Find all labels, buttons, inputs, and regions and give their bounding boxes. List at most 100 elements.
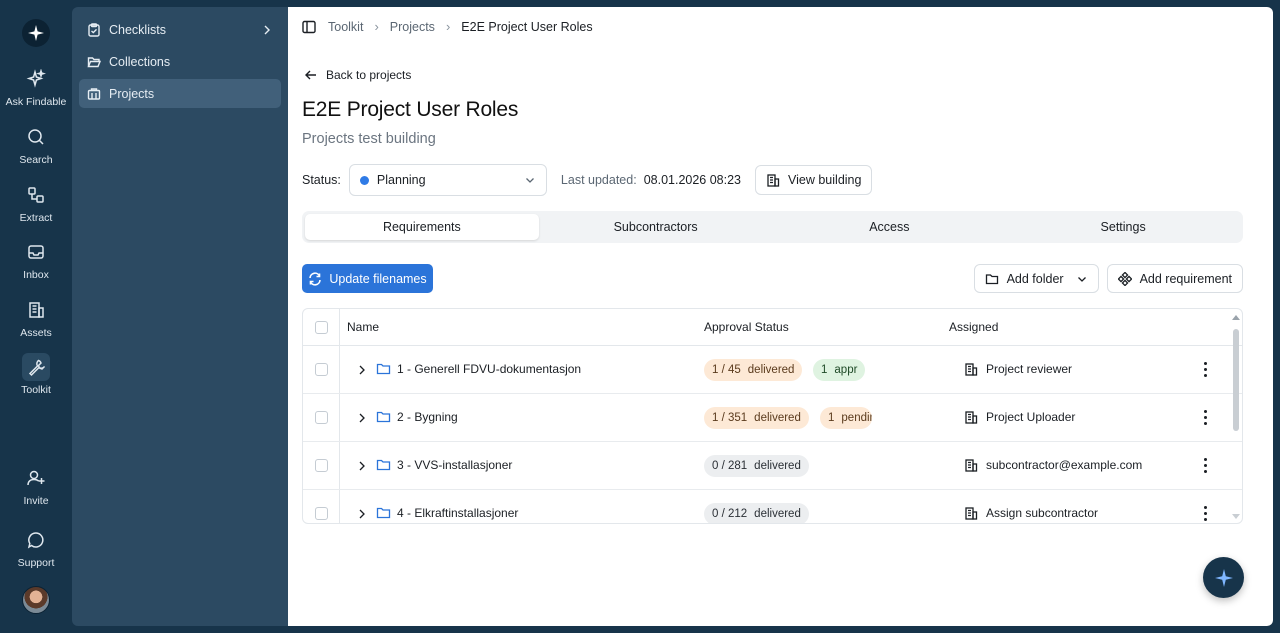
sidebar-item-label: Projects [109,86,155,101]
scrollbar-thumb[interactable] [1233,329,1239,431]
delivered-text: delivered [754,508,801,520]
delivered-status-badge: 1 / 351 delivered [704,407,809,429]
rail-item-support[interactable]: Support [0,526,72,569]
inbox-icon [22,238,50,266]
breadcrumb-projects[interactable]: Projects [390,20,435,34]
folder-icon [376,507,391,519]
approved-status-badge: 1 appr [813,359,865,381]
chevron-down-icon [1077,276,1086,282]
assigned-cell[interactable]: Assign subcontractor [964,506,1098,520]
add-folder-button[interactable]: Add folder [973,264,1099,293]
search-icon [22,123,50,151]
rail-item-ask-findable[interactable]: Ask Findable [0,65,72,108]
approved-count: 1 [821,364,828,376]
row-select-cell [303,490,340,523]
page-title: E2E Project User Roles [302,98,519,121]
sidebar-item-label: Collections [109,54,171,69]
delivered-text: delivered [754,412,801,424]
assigned-cell[interactable]: Project Uploader [964,410,1075,424]
sparkle-icon [1214,568,1233,587]
folder-icon [376,363,391,375]
assigned-label: Project reviewer [986,362,1073,376]
rail-item-inbox[interactable]: Inbox [0,238,72,281]
chevron-right-icon [264,25,270,34]
scroll-up-icon[interactable] [1232,315,1240,320]
row-menu-icon[interactable] [1199,408,1211,426]
folder-icon [376,459,391,471]
row-select-cell [303,442,340,489]
assigned-cell[interactable]: subcontractor@example.com [964,458,1142,472]
ask-assistant-button[interactable] [1203,557,1244,598]
last-updated-label: Last updated: [560,173,637,187]
extract-icon [22,181,50,209]
back-to-projects-link[interactable]: Back to projects [304,68,411,82]
row-name: 4 - Elkraftinstallasjoner [397,506,519,520]
rail-item-label: Inbox [23,269,49,281]
tab-settings[interactable]: Settings [1006,214,1240,240]
clipboard-icon [88,22,100,37]
chevron-right-icon[interactable] [356,411,368,425]
sidebar-item-label: Checklists [109,22,166,37]
view-building-button[interactable]: View building [755,165,873,195]
table-row[interactable]: 1 - Generell FDVU-dokumentasjon 1 / 45 de… [303,346,1242,394]
sidebar-item-checklists[interactable]: Checklists [79,15,281,44]
building-icon [965,363,978,376]
row-checkbox[interactable] [314,459,328,472]
rail-item-label: Search [19,154,53,166]
rail-item-toolkit[interactable]: Toolkit [0,353,72,396]
requirements-table: Name Approval Status Assigned 1 - Genere… [302,308,1243,524]
status-dot [359,175,369,185]
select-all-checkbox[interactable] [314,320,328,334]
update-filenames-button[interactable]: Update filenames [302,264,433,293]
sidebar-item-projects[interactable]: Projects [79,79,281,108]
assigned-cell[interactable]: Project reviewer [964,362,1072,376]
tab-requirements[interactable]: Requirements [305,214,539,240]
chevron-right-icon[interactable] [356,507,368,521]
scroll-down-icon[interactable] [1232,514,1240,519]
pending-status-badge: 1 pending [820,407,872,429]
table-scrollbar[interactable] [1232,313,1240,521]
table-header: Name Approval Status Assigned [303,309,1242,346]
row-checkbox[interactable] [314,363,328,376]
table-actions: Add folder Add requirement [966,264,1243,293]
avatar[interactable] [22,586,50,614]
approved-text: appr [834,364,858,376]
row-select-cell [303,394,340,441]
tab-subcontractors[interactable]: Subcontractors [539,214,773,240]
app-rail: Ask Findable Search Extract Inbox Assets… [0,0,72,633]
add-requirement-button[interactable]: Add requirement [1106,264,1243,293]
table-row[interactable]: 3 - VVS-installasjoner 0 / 281 delivered … [303,442,1242,490]
row-name: 3 - VVS-installasjoner [397,458,513,472]
add-requirement-label: Add requirement [1139,271,1232,286]
column-header-approval[interactable]: Approval Status [704,320,789,334]
chevron-right-icon[interactable] [356,459,368,473]
status-select[interactable]: Planning [348,164,547,196]
row-menu-icon[interactable] [1199,504,1211,522]
rail-item-label: Support [17,557,55,569]
building-icon [767,174,780,187]
table-row[interactable]: 2 - Bygning 1 / 351 delivered 1 pending Pr… [303,394,1242,442]
wrench-icon [22,353,50,381]
rail-item-extract[interactable]: Extract [0,181,72,224]
main-panel: Toolkit › Projects › E2E Project User Ro… [288,7,1273,626]
assigned-label: Assign subcontractor [986,506,1099,520]
sidebar-item-collections[interactable]: Collections [79,47,281,76]
rail-item-search[interactable]: Search [0,123,72,166]
delivered-status-badge: 1 / 45 delivered [704,359,803,381]
table-row[interactable]: 4 - Elkraftinstallasjoner 0 / 212 deliver… [303,490,1242,523]
sidebar-toggle-icon[interactable] [302,20,316,34]
delivered-text: delivered [747,364,795,376]
row-menu-icon[interactable] [1199,360,1211,378]
tab-access[interactable]: Access [773,214,1007,240]
column-header-assigned[interactable]: Assigned [949,320,998,334]
app-logo-icon[interactable] [22,19,50,47]
rail-item-assets[interactable]: Assets [0,296,72,339]
rail-item-invite[interactable]: Invite [0,464,72,507]
pending-count: 1 [828,412,835,424]
row-checkbox[interactable] [314,411,328,424]
column-header-name[interactable]: Name [347,320,379,334]
breadcrumb-toolkit[interactable]: Toolkit [328,20,363,34]
chevron-right-icon[interactable] [356,363,368,377]
row-menu-icon[interactable] [1199,456,1211,474]
row-checkbox[interactable] [314,507,328,520]
